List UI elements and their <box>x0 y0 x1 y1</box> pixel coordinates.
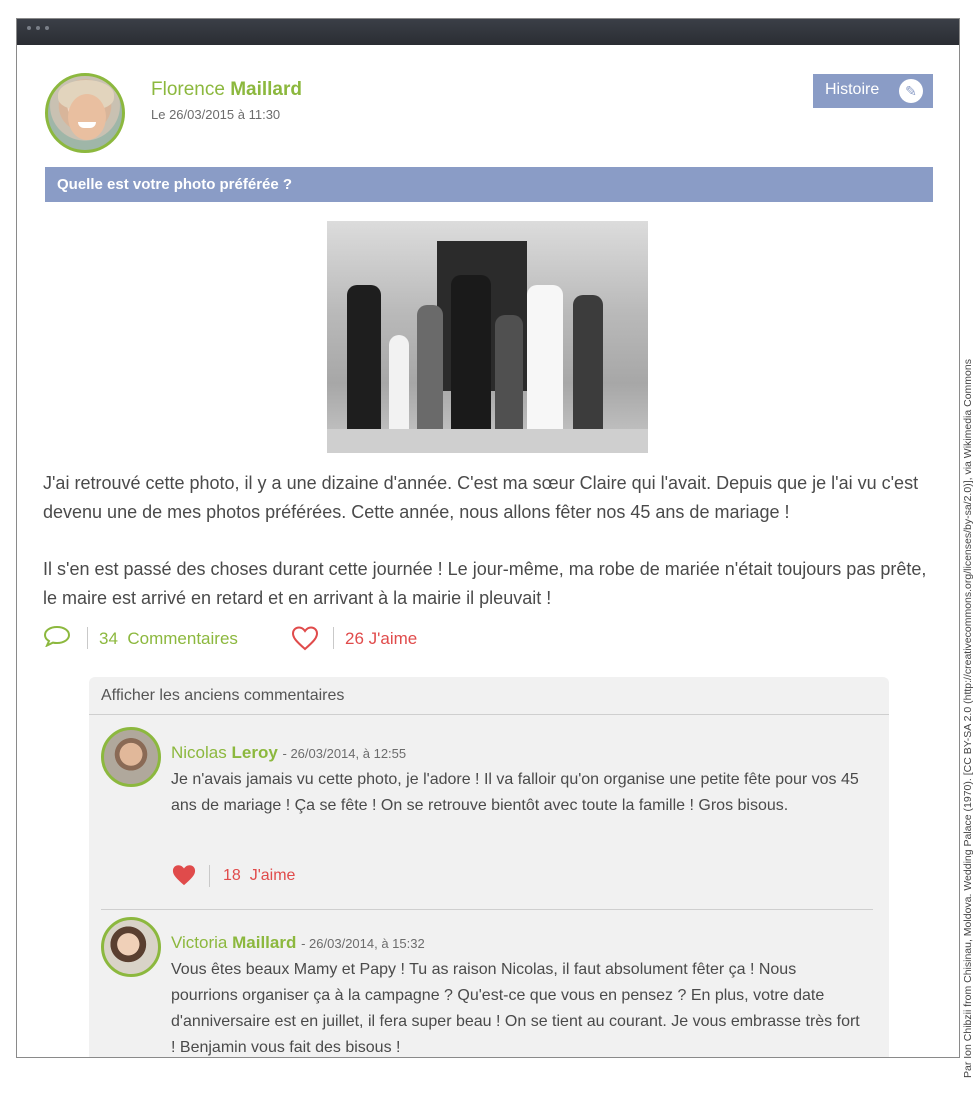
category-histoire-button[interactable]: Histoire ✎ <box>813 74 933 108</box>
comment-date: - 26/03/2014, à 12:55 <box>282 746 407 761</box>
wedding-photo[interactable] <box>327 221 648 453</box>
post-author-name[interactable]: Florence Maillard <box>151 79 302 101</box>
comment-text: Vous êtes beaux Mamy et Papy ! Tu as rai… <box>171 961 860 1056</box>
post-paragraph: J'ai retrouvé cette photo, il y a une di… <box>43 473 919 522</box>
commenter-first-name: Victoria <box>171 933 228 952</box>
likes-count-link[interactable]: 26 J'aime <box>345 629 417 649</box>
comment-likes-link[interactable]: 18 J'aime <box>223 867 295 885</box>
comment-item: Victoria Maillard - 26/03/2014, à 15:32 … <box>101 917 877 1057</box>
heart-outline-icon[interactable] <box>291 625 319 651</box>
window-controls[interactable] <box>27 26 49 30</box>
likes-count: 26 <box>345 629 364 648</box>
comments-label: Commentaires <box>127 629 238 648</box>
post-question: Quelle est votre photo préférée ? <box>45 167 933 202</box>
category-label: Histoire <box>825 81 880 98</box>
show-older-comments-link[interactable]: Afficher les anciens commentaires <box>89 677 889 715</box>
post-body: J'ai retrouvé cette photo, il y a une di… <box>43 469 943 641</box>
window-titlebar <box>17 19 959 45</box>
post-paragraph: Il s'en est passé des choses durant cett… <box>43 559 927 608</box>
likes-label: J'aime <box>368 629 418 648</box>
author-first-name: Florence <box>151 79 225 100</box>
commenter-avatar[interactable] <box>101 727 161 787</box>
comment-likes-label: J'aime <box>249 867 296 884</box>
app-window: Florence Maillard Le 26/03/2015 à 11:30 … <box>16 18 960 1058</box>
commenter-first-name: Nicolas <box>171 743 227 762</box>
comment-item: Nicolas Leroy - 26/03/2014, à 12:55 Je n… <box>101 727 877 917</box>
comments-count-link[interactable]: 34 Commentaires <box>99 629 238 649</box>
comment-likes-count: 18 <box>223 867 241 884</box>
commenter-last-name: Leroy <box>231 743 278 762</box>
author-last-name: Maillard <box>230 79 303 100</box>
post-actions: 34 Commentaires 26 J'aime <box>43 623 543 653</box>
comments-count: 34 <box>99 629 118 648</box>
photo-credit: Par Ion Chibzii from Chisinau, Moldova. … <box>962 359 974 1078</box>
comment-like: 18 J'aime <box>171 861 371 889</box>
comment-divider <box>101 909 873 910</box>
commenter-avatar[interactable] <box>101 917 161 977</box>
pencil-icon: ✎ <box>899 79 923 103</box>
commenter-last-name: Maillard <box>232 933 297 952</box>
author-avatar[interactable] <box>45 73 125 153</box>
heart-filled-icon[interactable] <box>171 863 197 887</box>
comment-icon[interactable] <box>43 625 71 647</box>
post-date: Le 26/03/2015 à 11:30 <box>151 107 281 122</box>
comment-date: - 26/03/2014, à 15:32 <box>301 936 425 951</box>
comments-section: Afficher les anciens commentaires Nicola… <box>89 677 889 1057</box>
commenter-name[interactable]: Victoria Maillard - 26/03/2014, à 15:32 <box>171 933 425 953</box>
commenter-name[interactable]: Nicolas Leroy - 26/03/2014, à 12:55 <box>171 743 406 763</box>
comment-text: Je n'avais jamais vu cette photo, je l'a… <box>171 771 859 814</box>
